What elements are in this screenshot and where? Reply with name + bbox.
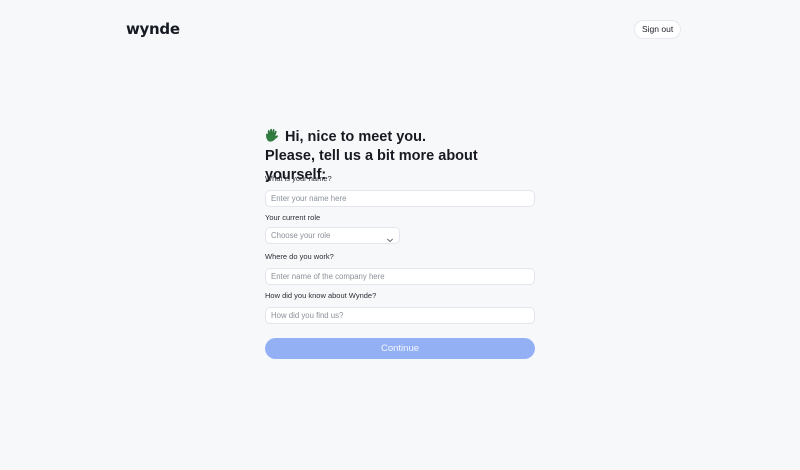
role-label: Your current role <box>265 213 321 222</box>
name-label: What is your name? <box>265 174 332 183</box>
source-field-group: How did you know about Wynde? <box>265 291 535 324</box>
source-label: How did you know about Wynde? <box>265 291 377 300</box>
role-placeholder: Choose your role <box>271 231 331 240</box>
continue-button[interactable]: Continue <box>265 338 535 359</box>
company-label: Where do you work? <box>265 252 334 261</box>
chevron-down-icon <box>387 233 393 243</box>
name-input[interactable] <box>265 190 535 207</box>
role-dropdown[interactable]: Choose your role <box>265 227 400 244</box>
source-input[interactable] <box>265 307 535 324</box>
company-field-group: Where do you work? <box>265 252 535 285</box>
name-field-group: What is your name? <box>265 174 535 207</box>
wynde-logo[interactable]: wynde <box>126 20 180 38</box>
onboarding-form: Hi, nice to meet you. Please, tell us a … <box>265 128 535 359</box>
role-field-group: Your current role Choose your role <box>265 213 535 244</box>
sign-out-button[interactable]: Sign out <box>634 20 682 39</box>
waving-hand-icon <box>265 128 282 143</box>
greeting-text: Hi, nice to meet you. <box>285 129 426 145</box>
onboarding-page: wynde Sign out Hi, nice to meet you. Ple… <box>0 0 800 470</box>
company-input[interactable] <box>265 268 535 285</box>
